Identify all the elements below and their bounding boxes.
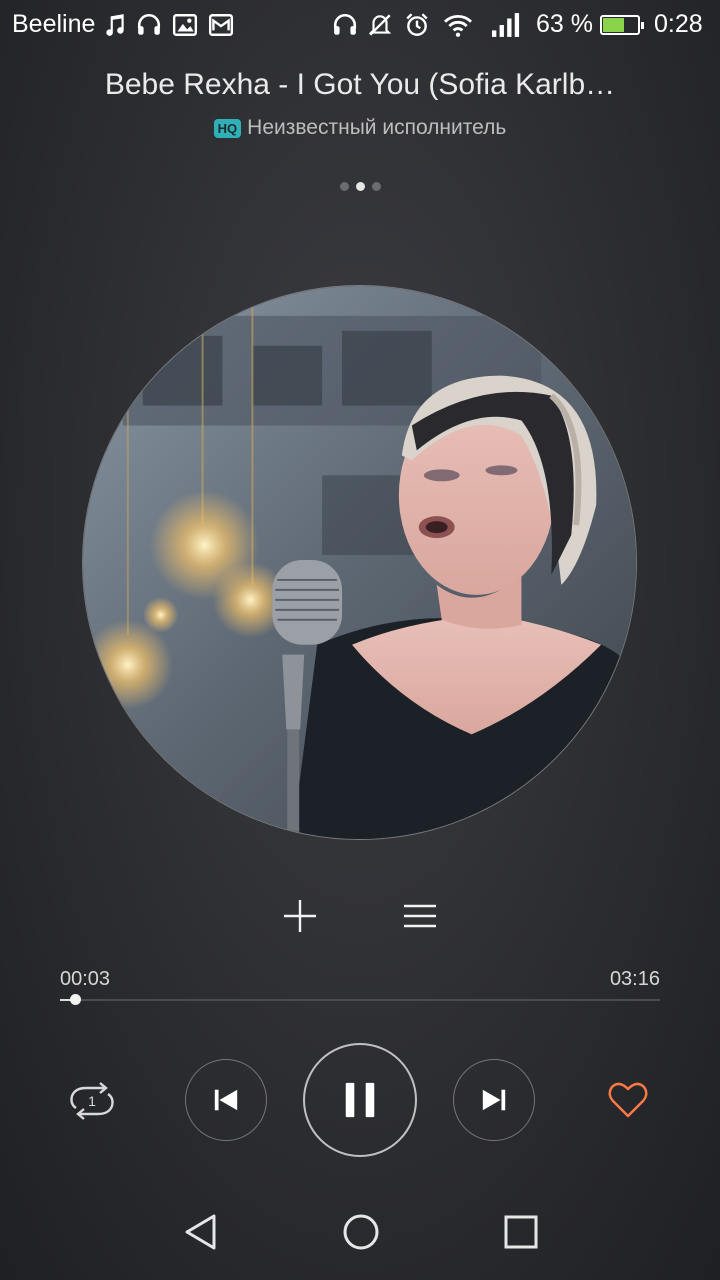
repeat-count: 1 [88,1093,96,1109]
skip-next-icon [482,1089,506,1111]
back-button[interactable] [171,1205,231,1259]
next-button[interactable] [453,1059,535,1141]
music-note-icon [102,12,128,38]
home-circle-icon [343,1214,379,1250]
progress-bar[interactable] [60,994,660,1005]
page-dot [355,182,365,191]
recents-square-icon [504,1215,538,1249]
total-duration: 03:16 [609,968,660,990]
back-triangle-icon [185,1214,216,1250]
wifi-icon [443,12,473,38]
song-title: Bebe Rexha - I Got You (Sofia Karlb… [104,68,616,101]
battery-fill [603,18,625,32]
signal-icon [490,12,520,38]
page-indicator [0,182,720,191]
battery-icon [600,15,644,35]
carrier-name: Beeline [12,10,96,38]
repeat-one-icon: 1 [70,1082,114,1120]
recents-button[interactable] [491,1205,551,1259]
repeat-button[interactable]: 1 [66,1080,118,1122]
image-icon [172,12,198,38]
status-clock: 0:28 [654,10,703,38]
status-bar: Beeline 63 % 0:28 [0,0,720,52]
page-dot [371,182,381,191]
pause-icon [345,1082,375,1118]
favorite-button[interactable] [607,1080,649,1120]
elapsed-time: 00:03 [60,968,111,990]
pause-button[interactable] [303,1043,417,1157]
add-to-playlist-button[interactable] [276,892,324,940]
mail-icon [208,12,234,38]
playlist-button[interactable] [396,892,444,940]
previous-button[interactable] [185,1059,267,1141]
artist-name: Неизвестный исполнитель [247,116,507,139]
page-dot [339,182,349,191]
home-button[interactable] [331,1205,391,1259]
alarm-icon [404,12,430,38]
mute-icon [367,12,393,38]
progress-thumb[interactable] [70,994,81,1005]
plus-icon [284,900,316,932]
menu-icon [404,904,436,928]
headphones-icon [136,12,162,38]
album-art[interactable] [82,285,637,840]
battery-percent: 63 % [536,10,593,38]
skip-previous-icon [214,1089,238,1111]
heart-icon [608,1082,648,1118]
hq-badge: HQ [213,118,242,138]
artist-row: HQ Неизвестный исполнитель [0,116,720,140]
headset-icon [332,12,358,38]
